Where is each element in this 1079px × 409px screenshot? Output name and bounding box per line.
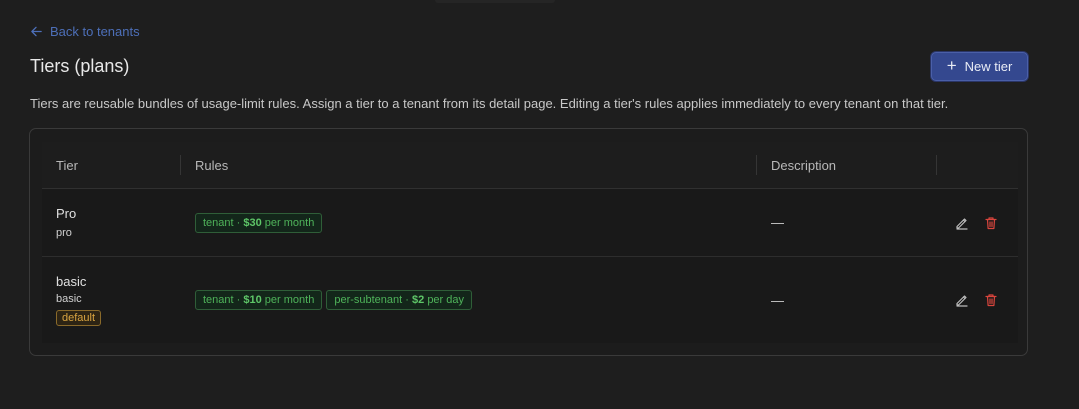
description-cell: — — [757, 257, 937, 343]
tier-description: — — [771, 215, 784, 230]
default-badge: default — [56, 310, 102, 326]
arrow-left-icon — [30, 25, 43, 38]
rule-chip: tenant · $30 per month — [195, 212, 323, 233]
page-title: Tiers (plans) — [30, 56, 130, 76]
description-cell: — — [757, 189, 937, 256]
column-header-actions — [937, 142, 1018, 188]
tier-name: Pro — [56, 206, 77, 221]
column-header-description: Description — [757, 142, 937, 188]
new-tier-label: New tier — [964, 59, 1013, 74]
column-header-tier: Tier — [42, 142, 181, 188]
back-to-tenants-link[interactable]: Back to tenants — [30, 22, 140, 40]
tiers-table: Tier Rules Description Pro pro tenant · … — [42, 142, 1018, 343]
page-description: Tiers are reusable bundles of usage-limi… — [30, 96, 949, 111]
pencil-icon[interactable] — [955, 216, 969, 230]
rule-chip: per-subtenant · $2 per day — [326, 290, 473, 310]
actions-cell — [937, 189, 1018, 256]
rule-chip: tenant · $10 per month — [195, 290, 323, 310]
pencil-icon[interactable] — [955, 293, 969, 307]
back-link-label: Back to tenants — [50, 23, 140, 39]
rules-cell: tenant · $30 per month — [181, 189, 757, 256]
rules-cell: tenant · $10 per month per-subtenant · $… — [181, 257, 757, 343]
tier-cell: basic basic default — [42, 257, 181, 343]
plus-icon: + — [946, 56, 957, 75]
column-header-rules: Rules — [181, 142, 757, 188]
tier-slug: basic — [56, 293, 82, 305]
trash-icon[interactable] — [984, 293, 998, 307]
top-edge-shadow — [435, 0, 555, 3]
actions-cell — [937, 257, 1018, 343]
tier-cell: Pro pro — [42, 189, 181, 256]
new-tier-button[interactable]: + New tier — [931, 52, 1028, 81]
table-header: Tier Rules Description — [42, 142, 1018, 189]
tier-slug: pro — [56, 227, 72, 239]
trash-icon[interactable] — [984, 216, 998, 230]
table-row: Pro pro tenant · $30 per month — — [42, 189, 1018, 257]
tier-description: — — [771, 292, 784, 308]
tier-name: basic — [56, 274, 87, 289]
tiers-card: Tier Rules Description Pro pro tenant · … — [29, 128, 1028, 356]
table-row: basic basic default tenant · $10 per mon… — [42, 257, 1018, 343]
